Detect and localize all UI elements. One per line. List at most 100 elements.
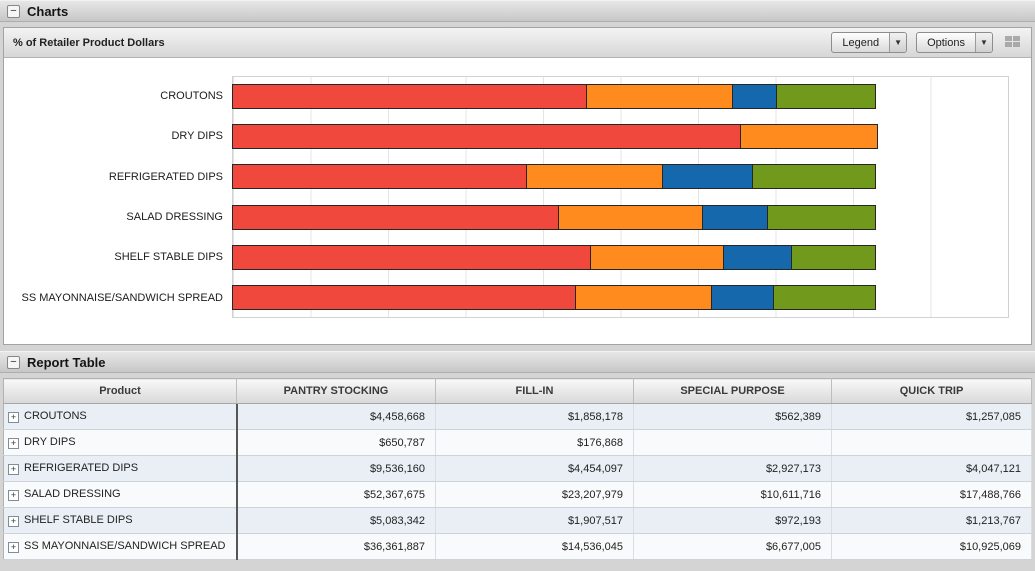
bar-segment-pantry-stocking[interactable] bbox=[232, 245, 591, 270]
bar-segment-fill-in[interactable] bbox=[575, 285, 712, 310]
bar-segment-pantry-stocking[interactable] bbox=[232, 84, 587, 109]
value-cell: $650,787 bbox=[237, 430, 436, 456]
category-label: CROUTONS bbox=[4, 90, 232, 102]
bar-segment-special-purpose[interactable] bbox=[702, 205, 768, 230]
product-name: SHELF STABLE DIPS bbox=[24, 514, 133, 526]
bar-segment-quick-trip[interactable] bbox=[752, 164, 877, 189]
bar-segment-pantry-stocking[interactable] bbox=[232, 164, 527, 189]
category-label: SS MAYONNAISE/SANDWICH SPREAD bbox=[4, 292, 232, 304]
expand-row-button[interactable]: + bbox=[8, 516, 19, 527]
category-label: SHELF STABLE DIPS bbox=[4, 251, 232, 263]
bar-segment-special-purpose[interactable] bbox=[732, 84, 777, 109]
bar-segment-pantry-stocking[interactable] bbox=[232, 124, 741, 149]
collapse-charts-button[interactable]: − bbox=[7, 5, 20, 18]
value-cell: $6,677,005 bbox=[634, 534, 832, 560]
bar-segment-fill-in[interactable] bbox=[586, 84, 734, 109]
options-dropdown-label: Options bbox=[917, 33, 975, 52]
value-cell: $972,193 bbox=[634, 508, 832, 534]
bar-segment-fill-in[interactable] bbox=[526, 164, 663, 189]
bar-segment-special-purpose[interactable] bbox=[723, 245, 792, 270]
product-name: REFRIGERATED DIPS bbox=[24, 462, 138, 474]
chart-grid-toggle-icon[interactable] bbox=[1005, 36, 1022, 49]
stacked-bar-chart: CROUTONS DRY DIPS REFRIGERATED DIPS SALAD D… bbox=[4, 58, 1031, 344]
collapse-table-button[interactable]: − bbox=[7, 356, 20, 369]
value-cell: $1,858,178 bbox=[436, 404, 634, 430]
report-page: − Charts % of Retailer Product Dollars L… bbox=[0, 0, 1035, 571]
chart-row: DRY DIPS bbox=[4, 124, 1009, 149]
value-cell: $4,454,097 bbox=[436, 456, 634, 482]
column-header-quick-trip[interactable]: QUICK TRIP bbox=[832, 379, 1032, 404]
product-cell: + DRY DIPS bbox=[4, 430, 237, 456]
table-row: + SALAD DRESSING $52,367,675$23,207,979$10… bbox=[4, 482, 1032, 508]
bar-track bbox=[232, 205, 1009, 230]
product-name: SALAD DRESSING bbox=[24, 488, 121, 500]
charts-section-header: − Charts bbox=[0, 0, 1035, 22]
bar-segment-fill-in[interactable] bbox=[740, 124, 879, 149]
product-name: CROUTONS bbox=[24, 410, 87, 422]
value-cell: $2,927,173 bbox=[634, 456, 832, 482]
bar-segment-special-purpose[interactable] bbox=[662, 164, 753, 189]
table-row: +DRY DIPS$650,787$176,868 bbox=[4, 430, 1032, 456]
bar-segment-fill-in[interactable] bbox=[558, 205, 703, 230]
report-table-section-header: − Report Table bbox=[0, 351, 1035, 373]
bar-segment-quick-trip[interactable] bbox=[791, 245, 876, 270]
table-row: +REFRIGERATED DIPS$9,536,160$4,454,097$2… bbox=[4, 456, 1032, 482]
expand-row-button[interactable]: + bbox=[8, 412, 19, 423]
expand-row-button[interactable]: + bbox=[8, 464, 19, 475]
value-cell: $10,925,069 bbox=[832, 534, 1032, 560]
column-header-fill-in[interactable]: FILL-IN bbox=[436, 379, 634, 404]
value-cell: $4,458,668 bbox=[237, 404, 436, 430]
chart-row: SS MAYONNAISE/SANDWICH SPREAD bbox=[4, 285, 1009, 310]
expand-row-button[interactable]: + bbox=[8, 490, 19, 501]
bar-segment-quick-trip[interactable] bbox=[773, 285, 876, 310]
bar-segment-quick-trip[interactable] bbox=[767, 205, 876, 230]
column-header-pantry-stocking[interactable]: PANTRY STOCKING bbox=[237, 379, 436, 404]
table-row: +CROUTONS$4,458,668$1,858,178$562,389$1,… bbox=[4, 404, 1032, 430]
product-name: DRY DIPS bbox=[24, 436, 76, 448]
bar-track bbox=[232, 124, 1009, 149]
product-cell: + SALAD DRESSING bbox=[4, 482, 237, 508]
bar-segment-special-purpose[interactable] bbox=[711, 285, 774, 310]
chart-row: REFRIGERATED DIPS bbox=[4, 164, 1009, 189]
product-cell: + SHELF STABLE DIPS bbox=[4, 508, 237, 534]
chart-row: SHELF STABLE DIPS bbox=[4, 245, 1009, 270]
bar-segment-pantry-stocking[interactable] bbox=[232, 285, 576, 310]
chart-title: % of Retailer Product Dollars bbox=[13, 37, 165, 49]
chevron-down-icon[interactable]: ▼ bbox=[889, 33, 906, 52]
value-cell: $1,213,767 bbox=[832, 508, 1032, 534]
legend-dropdown-button[interactable]: Legend ▼ bbox=[831, 32, 907, 53]
value-cell: $23,207,979 bbox=[436, 482, 634, 508]
expand-row-button[interactable]: + bbox=[8, 438, 19, 449]
bar-track bbox=[232, 84, 1009, 109]
value-cell: $52,367,675 bbox=[237, 482, 436, 508]
value-cell: $14,536,045 bbox=[436, 534, 634, 560]
chevron-down-icon[interactable]: ▼ bbox=[975, 33, 992, 52]
charts-section-title: Charts bbox=[27, 4, 68, 19]
bar-segment-pantry-stocking[interactable] bbox=[232, 205, 559, 230]
column-header-product[interactable]: Product bbox=[4, 379, 237, 404]
table-row: +SHELF STABLE DIPS$5,083,342$1,907,517$9… bbox=[4, 508, 1032, 534]
report-table-section-title: Report Table bbox=[27, 355, 106, 370]
value-cell: $17,488,766 bbox=[832, 482, 1032, 508]
product-cell: + CROUTONS bbox=[4, 404, 237, 430]
chart-row: SALAD DRESSING bbox=[4, 205, 1009, 230]
chart-rows: CROUTONS DRY DIPS REFRIGERATED DIPS SALAD D… bbox=[4, 76, 1009, 318]
value-cell: $10,611,716 bbox=[634, 482, 832, 508]
value-cell: $1,257,085 bbox=[832, 404, 1032, 430]
value-cell: $36,361,887 bbox=[237, 534, 436, 560]
chart-row: CROUTONS bbox=[4, 84, 1009, 109]
column-header-special-purpose[interactable]: SPECIAL PURPOSE bbox=[634, 379, 832, 404]
chart-panel-header: % of Retailer Product Dollars Legend ▼ O… bbox=[4, 28, 1031, 58]
bar-track bbox=[232, 285, 1009, 310]
bar-segment-quick-trip[interactable] bbox=[776, 84, 876, 109]
category-label: DRY DIPS bbox=[4, 130, 232, 142]
table-row: +SS MAYONNAISE/SANDWICH SPREAD$36,361,88… bbox=[4, 534, 1032, 560]
expand-row-button[interactable]: + bbox=[8, 542, 19, 553]
bar-track bbox=[232, 164, 1009, 189]
value-cell: $4,047,121 bbox=[832, 456, 1032, 482]
value-cell bbox=[634, 430, 832, 456]
options-dropdown-button[interactable]: Options ▼ bbox=[916, 32, 993, 53]
chart-toolbar: Legend ▼ Options ▼ bbox=[831, 32, 1022, 53]
category-label: SALAD DRESSING bbox=[4, 211, 232, 223]
bar-segment-fill-in[interactable] bbox=[590, 245, 725, 270]
